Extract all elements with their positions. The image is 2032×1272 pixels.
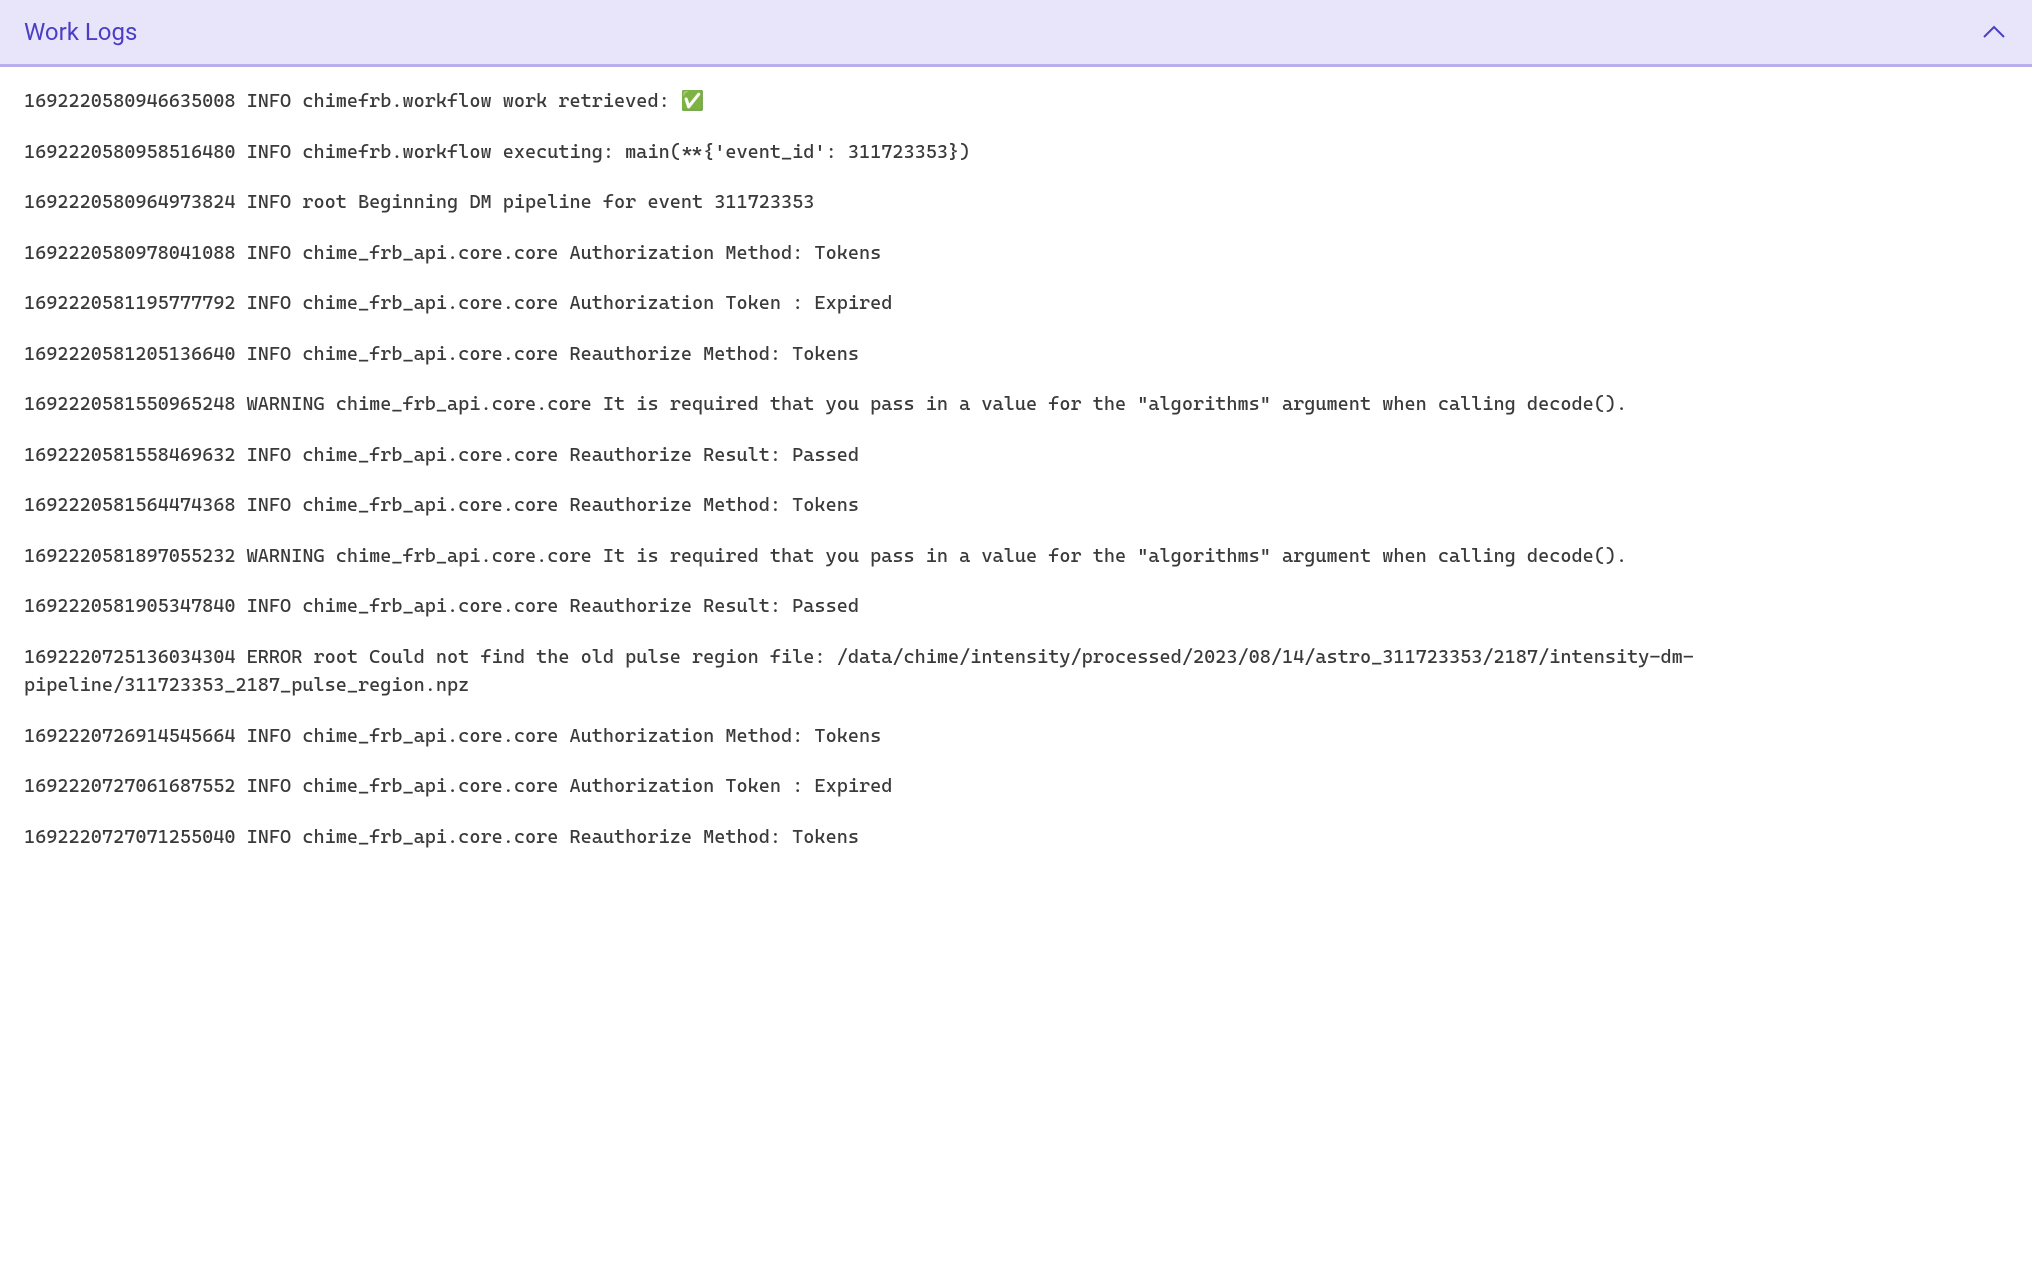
log-line: 1692220725136034304 ERROR root Could not… bbox=[24, 643, 2008, 700]
log-line: 1692220581905347840 INFO chime_frb_api.c… bbox=[24, 592, 2008, 621]
log-line: 1692220581550965248 WARNING chime_frb_ap… bbox=[24, 390, 2008, 419]
log-line: 1692220580946635008 INFO chimefrb.workfl… bbox=[24, 87, 2008, 116]
page-title: Work Logs bbox=[24, 18, 137, 46]
log-line: 1692220581897055232 WARNING chime_frb_ap… bbox=[24, 542, 2008, 571]
log-line: 1692220726914545664 INFO chime_frb_api.c… bbox=[24, 722, 2008, 751]
log-line: 1692220581195777792 INFO chime_frb_api.c… bbox=[24, 289, 2008, 318]
log-line: 1692220580958516480 INFO chimefrb.workfl… bbox=[24, 138, 2008, 167]
log-line: 1692220580978041088 INFO chime_frb_api.c… bbox=[24, 239, 2008, 268]
log-line: 1692220581564474368 INFO chime_frb_api.c… bbox=[24, 491, 2008, 520]
chevron-up-icon bbox=[1982, 25, 2006, 39]
log-line: 1692220581558469632 INFO chime_frb_api.c… bbox=[24, 441, 2008, 470]
log-line: 1692220581205136640 INFO chime_frb_api.c… bbox=[24, 340, 2008, 369]
log-line: 1692220580964973824 INFO root Beginning … bbox=[24, 188, 2008, 217]
log-line: 1692220727071255040 INFO chime_frb_api.c… bbox=[24, 823, 2008, 852]
collapse-toggle[interactable] bbox=[1980, 18, 2008, 46]
log-line: 1692220727061687552 INFO chime_frb_api.c… bbox=[24, 772, 2008, 801]
logs-container: 1692220580946635008 INFO chimefrb.workfl… bbox=[0, 67, 2032, 871]
work-logs-header: Work Logs bbox=[0, 0, 2032, 67]
